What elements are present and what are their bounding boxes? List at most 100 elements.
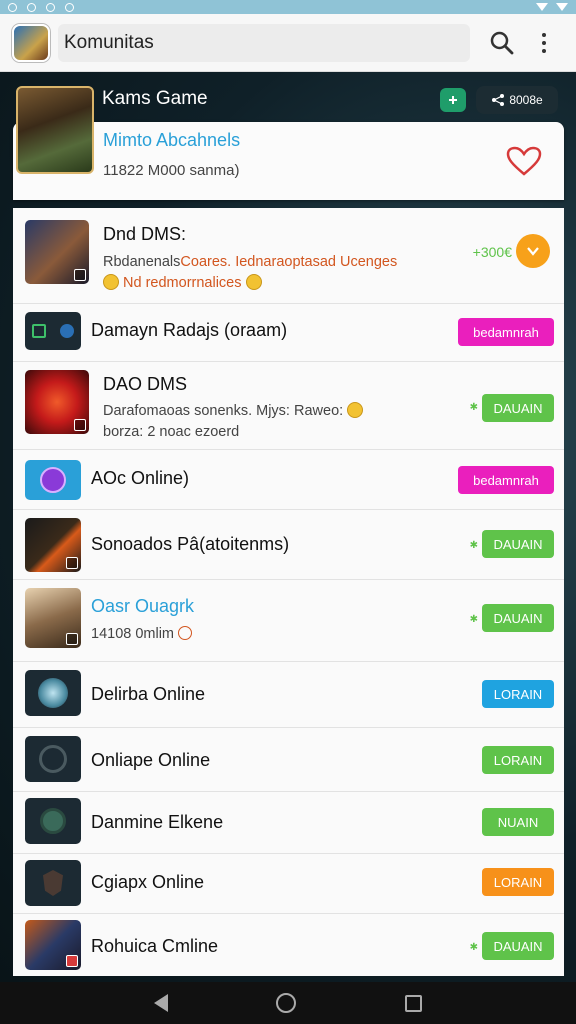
featured-card[interactable]: Mimto Abcahnels 11822 M000 sanma) [13, 122, 564, 200]
game-title: Dnd DMS: [103, 224, 187, 244]
list-item[interactable]: Delirba Online LORAIN [13, 662, 564, 728]
app-bar: Komunitas [0, 14, 576, 72]
connection-badge[interactable] [440, 88, 466, 112]
status-bar [0, 0, 576, 14]
hero-title: Kams Game [102, 88, 208, 109]
app-bar-title: Komunitas [64, 31, 154, 53]
star-icon: ✱ [469, 402, 478, 413]
list-item[interactable]: Dnd DMS: RbdanenalsCoares. Iednaraoptasa… [13, 208, 564, 304]
search-button[interactable] [482, 23, 522, 63]
list-item[interactable]: Oasr Ouagrk 14108 0mlim ✱ DAUAIN [13, 580, 564, 662]
download-button[interactable]: NUAIN [482, 808, 554, 836]
download-button[interactable] [516, 234, 550, 268]
game-thumbnail [25, 736, 81, 782]
coin-icon [178, 626, 193, 640]
game-description-line2: Nd redmorrnalices [103, 274, 262, 291]
wifi-icon [536, 3, 548, 11]
badge-icon [66, 633, 78, 645]
emoji-icon [103, 274, 119, 290]
notification-icon [65, 2, 74, 12]
crest-icon [43, 870, 63, 896]
game-title: AOc Online) [91, 468, 190, 488]
desc-text: 14108 0mlim [91, 626, 175, 642]
recents-icon[interactable] [404, 994, 422, 1012]
more-options-button[interactable] [532, 23, 556, 63]
gear-icon [40, 808, 66, 834]
featured-subtitle: 11822 M000 sanma) [103, 162, 240, 179]
list-item[interactable]: Cgiapx Online LORAIN [13, 854, 564, 914]
game-thumbnail [25, 312, 81, 350]
badge-icon [74, 419, 86, 431]
game-icon [32, 324, 46, 338]
game-thumbnail [25, 588, 81, 648]
heart-icon[interactable] [506, 146, 542, 176]
desc-highlight-2: Nd redmorrnalices [123, 275, 242, 291]
list-item[interactable]: Onliape Online LORAIN [13, 728, 564, 792]
more-vert-icon [542, 40, 546, 45]
game-thumbnail [25, 460, 81, 500]
badge-icon [74, 269, 86, 281]
star-icon: ✱ [469, 942, 478, 953]
home-icon[interactable] [276, 993, 297, 1013]
game-title: Damayn Radajs (oraam) [91, 320, 288, 340]
game-thumbnail [25, 860, 81, 906]
game-title: Delirba Online [91, 684, 206, 704]
download-button[interactable]: LORAIN [482, 680, 554, 708]
join-button[interactable]: bedamnrah [458, 318, 554, 346]
game-title: Oasr Ouagrk [91, 596, 195, 616]
list-item[interactable]: Sonoados Pâ(atoitenms) ✱ DAUAIN [13, 510, 564, 580]
join-button[interactable]: bedamnrah [458, 466, 554, 494]
shield-icon [39, 745, 67, 773]
download-button[interactable]: LORAIN [482, 746, 554, 774]
desc-highlight: Coares. Iednaraoptasad Ucenges [180, 254, 398, 270]
list-item[interactable]: Rohuica Cmline ✱ DAUAIN [13, 914, 564, 976]
game-thumbnail [25, 518, 81, 572]
game-thumbnail [25, 920, 81, 970]
game-description: 14108 0mlim [91, 626, 193, 642]
game-title: Rohuica Cmline [91, 936, 219, 956]
list-item[interactable]: DAO DMS Darafomaoas sonenks. Mjys: Raweo… [13, 362, 564, 450]
game-description: RbdanenalsCoares. Iednaraoptasad Ucenges [103, 254, 397, 270]
gem-icon [60, 324, 74, 338]
notification-icon [27, 2, 36, 12]
system-nav-bar [0, 982, 576, 1024]
link-icon [449, 96, 457, 104]
featured-thumbnail [16, 86, 94, 174]
download-button[interactable]: DAUAIN [482, 530, 554, 558]
download-button[interactable]: DAUAIN [482, 932, 554, 960]
more-vert-icon [542, 32, 546, 37]
signal-icon [556, 3, 568, 11]
list-item[interactable]: AOc Online) bedamnrah [13, 450, 564, 510]
game-title: DAO DMS [103, 374, 188, 394]
share-icon [492, 94, 505, 106]
badge-icon [66, 955, 78, 967]
download-button[interactable]: LORAIN [482, 868, 554, 896]
share-badge[interactable]: 8008e [476, 86, 558, 114]
desc-text: Darafomaoas sonenks. Mjys: Raweo: [103, 403, 344, 419]
download-button[interactable]: DAUAIN [482, 604, 554, 632]
desc-text: Rbdanenals [103, 254, 181, 270]
notification-icon [46, 2, 55, 12]
points-badge: +300€ [472, 244, 512, 260]
search-icon [490, 31, 514, 54]
list-item[interactable]: Danmine Elkene NUAIN [13, 792, 564, 854]
more-vert-icon [542, 48, 546, 53]
orb-icon [40, 467, 66, 493]
list-item[interactable]: Damayn Radajs (oraam) bedamnrah [13, 304, 564, 362]
emoji-icon [245, 274, 262, 290]
search-field[interactable]: Komunitas [58, 23, 470, 62]
emoji-icon [347, 402, 364, 418]
app-logo[interactable] [12, 23, 50, 62]
game-title: Danmine Elkene [91, 812, 224, 832]
download-button[interactable]: DAUAIN [482, 394, 554, 422]
share-badge-label: 8008e [509, 93, 543, 107]
back-icon[interactable] [154, 994, 169, 1012]
globe-icon [38, 678, 68, 708]
game-title: Sonoados Pâ(atoitenms) [91, 534, 290, 554]
game-title: Cgiapx Online [91, 872, 205, 892]
game-thumbnail [25, 670, 81, 716]
notification-icon [8, 2, 17, 12]
game-thumbnail [25, 370, 89, 434]
featured-title: Mimto Abcahnels [103, 130, 241, 150]
star-icon: ✱ [469, 540, 478, 551]
